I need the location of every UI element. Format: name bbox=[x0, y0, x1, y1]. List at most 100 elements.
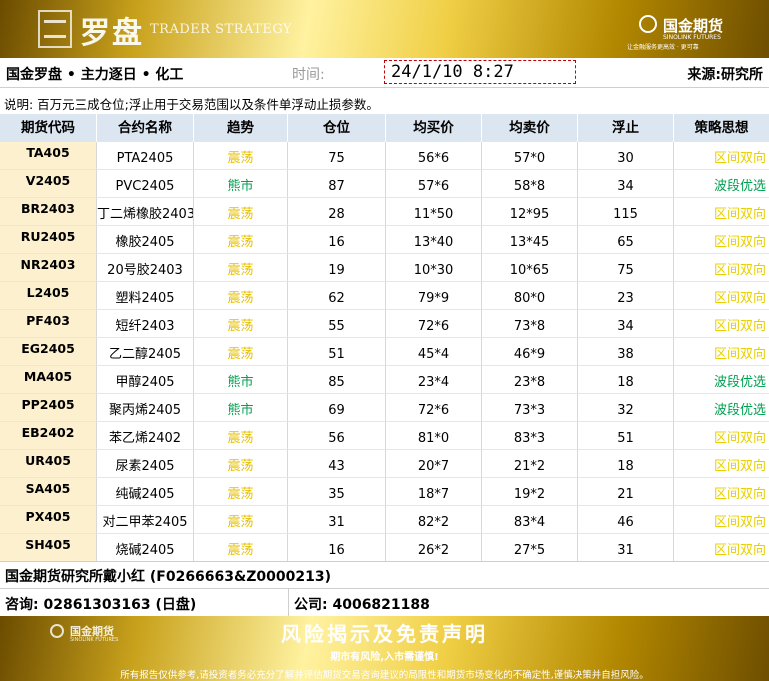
strategy-cell[interactable]: 波段优选 bbox=[674, 366, 769, 394]
name-cell[interactable]: 聚丙烯2405 bbox=[97, 394, 194, 422]
position-cell[interactable]: 56 bbox=[288, 422, 386, 450]
sell-price-cell[interactable]: 83*4 bbox=[482, 506, 578, 534]
code-cell[interactable]: L2405 bbox=[0, 282, 97, 310]
trend-cell[interactable]: 熊市 bbox=[194, 394, 288, 422]
position-cell[interactable]: 19 bbox=[288, 254, 386, 282]
position-cell[interactable]: 16 bbox=[288, 226, 386, 254]
trend-cell[interactable]: 震荡 bbox=[194, 450, 288, 478]
strategy-cell[interactable]: 区间双向 bbox=[674, 534, 769, 562]
name-cell[interactable]: 短纤2403 bbox=[97, 310, 194, 338]
stop-cell[interactable]: 18 bbox=[578, 450, 674, 478]
trend-cell[interactable]: 震荡 bbox=[194, 338, 288, 366]
stop-cell[interactable]: 46 bbox=[578, 506, 674, 534]
buy-price-cell[interactable]: 13*40 bbox=[386, 226, 482, 254]
sell-price-cell[interactable]: 13*45 bbox=[482, 226, 578, 254]
buy-price-cell[interactable]: 10*30 bbox=[386, 254, 482, 282]
sell-price-cell[interactable]: 46*9 bbox=[482, 338, 578, 366]
strategy-cell[interactable]: 区间双向 bbox=[674, 142, 769, 170]
trend-cell[interactable]: 震荡 bbox=[194, 506, 288, 534]
sell-price-cell[interactable]: 57*0 bbox=[482, 142, 578, 170]
sell-price-cell[interactable]: 27*5 bbox=[482, 534, 578, 562]
position-cell[interactable]: 16 bbox=[288, 534, 386, 562]
stop-cell[interactable]: 32 bbox=[578, 394, 674, 422]
buy-price-cell[interactable]: 20*7 bbox=[386, 450, 482, 478]
name-cell[interactable]: PVC2405 bbox=[97, 170, 194, 198]
name-cell[interactable]: 烧碱2405 bbox=[97, 534, 194, 562]
time-cell[interactable]: 24/1/10 8:27 bbox=[384, 60, 576, 84]
name-cell[interactable]: 塑料2405 bbox=[97, 282, 194, 310]
buy-price-cell[interactable]: 45*4 bbox=[386, 338, 482, 366]
name-cell[interactable]: 20号胶2403 bbox=[97, 254, 194, 282]
code-cell[interactable]: PF403 bbox=[0, 310, 97, 338]
position-cell[interactable]: 28 bbox=[288, 198, 386, 226]
position-cell[interactable]: 55 bbox=[288, 310, 386, 338]
strategy-cell[interactable]: 区间双向 bbox=[674, 450, 769, 478]
trend-cell[interactable]: 震荡 bbox=[194, 226, 288, 254]
stop-cell[interactable]: 18 bbox=[578, 366, 674, 394]
position-cell[interactable]: 87 bbox=[288, 170, 386, 198]
position-cell[interactable]: 75 bbox=[288, 142, 386, 170]
sell-price-cell[interactable]: 58*8 bbox=[482, 170, 578, 198]
name-cell[interactable]: 苯乙烯2402 bbox=[97, 422, 194, 450]
sell-price-cell[interactable]: 73*3 bbox=[482, 394, 578, 422]
position-cell[interactable]: 43 bbox=[288, 450, 386, 478]
buy-price-cell[interactable]: 82*2 bbox=[386, 506, 482, 534]
code-cell[interactable]: V2405 bbox=[0, 170, 97, 198]
code-cell[interactable]: EB2402 bbox=[0, 422, 97, 450]
strategy-cell[interactable]: 区间双向 bbox=[674, 282, 769, 310]
strategy-cell[interactable]: 波段优选 bbox=[674, 170, 769, 198]
sell-price-cell[interactable]: 83*3 bbox=[482, 422, 578, 450]
trend-cell[interactable]: 熊市 bbox=[194, 366, 288, 394]
code-cell[interactable]: SA405 bbox=[0, 478, 97, 506]
sell-price-cell[interactable]: 21*2 bbox=[482, 450, 578, 478]
trend-cell[interactable]: 震荡 bbox=[194, 282, 288, 310]
strategy-cell[interactable]: 区间双向 bbox=[674, 422, 769, 450]
position-cell[interactable]: 62 bbox=[288, 282, 386, 310]
stop-cell[interactable]: 75 bbox=[578, 254, 674, 282]
name-cell[interactable]: 丁二烯橡胶2403 bbox=[97, 198, 194, 226]
sell-price-cell[interactable]: 80*0 bbox=[482, 282, 578, 310]
code-cell[interactable]: BR2403 bbox=[0, 198, 97, 226]
stop-cell[interactable]: 30 bbox=[578, 142, 674, 170]
position-cell[interactable]: 69 bbox=[288, 394, 386, 422]
stop-cell[interactable]: 34 bbox=[578, 310, 674, 338]
code-cell[interactable]: PP2405 bbox=[0, 394, 97, 422]
trend-cell[interactable]: 震荡 bbox=[194, 422, 288, 450]
stop-cell[interactable]: 23 bbox=[578, 282, 674, 310]
name-cell[interactable]: 尿素2405 bbox=[97, 450, 194, 478]
trend-cell[interactable]: 震荡 bbox=[194, 310, 288, 338]
name-cell[interactable]: 橡胶2405 bbox=[97, 226, 194, 254]
position-cell[interactable]: 35 bbox=[288, 478, 386, 506]
trend-cell[interactable]: 熊市 bbox=[194, 170, 288, 198]
buy-price-cell[interactable]: 23*4 bbox=[386, 366, 482, 394]
sell-price-cell[interactable]: 19*2 bbox=[482, 478, 578, 506]
sell-price-cell[interactable]: 12*95 bbox=[482, 198, 578, 226]
code-cell[interactable]: RU2405 bbox=[0, 226, 97, 254]
buy-price-cell[interactable]: 57*6 bbox=[386, 170, 482, 198]
stop-cell[interactable]: 51 bbox=[578, 422, 674, 450]
code-cell[interactable]: TA405 bbox=[0, 142, 97, 170]
buy-price-cell[interactable]: 18*7 bbox=[386, 478, 482, 506]
name-cell[interactable]: 纯碱2405 bbox=[97, 478, 194, 506]
strategy-cell[interactable]: 波段优选 bbox=[674, 394, 769, 422]
stop-cell[interactable]: 38 bbox=[578, 338, 674, 366]
buy-price-cell[interactable]: 26*2 bbox=[386, 534, 482, 562]
position-cell[interactable]: 31 bbox=[288, 506, 386, 534]
strategy-cell[interactable]: 区间双向 bbox=[674, 310, 769, 338]
position-cell[interactable]: 85 bbox=[288, 366, 386, 394]
sell-price-cell[interactable]: 10*65 bbox=[482, 254, 578, 282]
strategy-cell[interactable]: 区间双向 bbox=[674, 338, 769, 366]
stop-cell[interactable]: 31 bbox=[578, 534, 674, 562]
position-cell[interactable]: 51 bbox=[288, 338, 386, 366]
buy-price-cell[interactable]: 72*6 bbox=[386, 394, 482, 422]
trend-cell[interactable]: 震荡 bbox=[194, 142, 288, 170]
stop-cell[interactable]: 21 bbox=[578, 478, 674, 506]
name-cell[interactable]: 对二甲苯2405 bbox=[97, 506, 194, 534]
strategy-cell[interactable]: 区间双向 bbox=[674, 254, 769, 282]
stop-cell[interactable]: 115 bbox=[578, 198, 674, 226]
name-cell[interactable]: PTA2405 bbox=[97, 142, 194, 170]
code-cell[interactable]: SH405 bbox=[0, 534, 97, 562]
trend-cell[interactable]: 震荡 bbox=[194, 478, 288, 506]
strategy-cell[interactable]: 区间双向 bbox=[674, 198, 769, 226]
strategy-cell[interactable]: 区间双向 bbox=[674, 478, 769, 506]
